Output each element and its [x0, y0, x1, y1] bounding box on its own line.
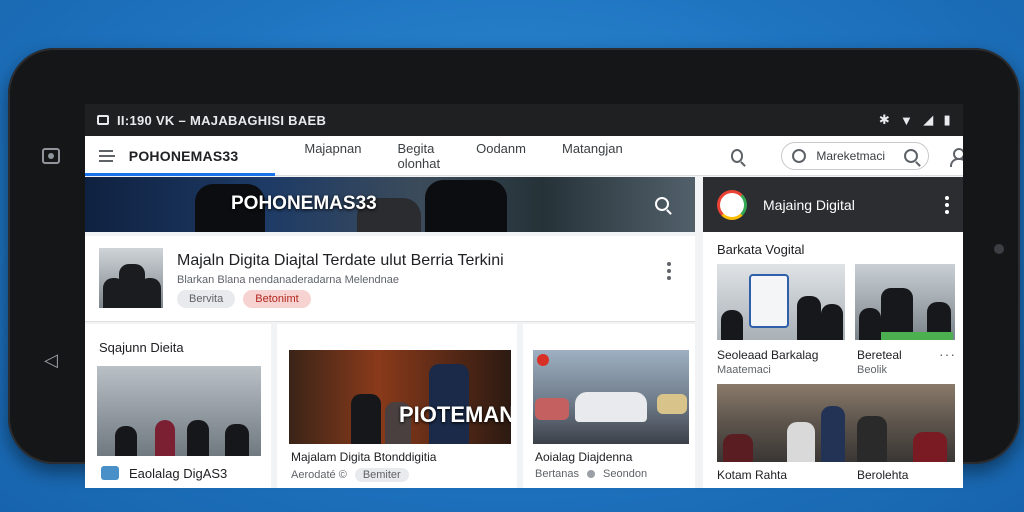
card-image: PIOTEMANI [289, 350, 511, 444]
chip[interactable]: Betonimt [243, 290, 311, 308]
tab-3[interactable]: Oodanm [458, 141, 544, 171]
card-banner: PIOTEMANI [399, 402, 511, 427]
brand-title[interactable]: POHONEMAS33 [129, 148, 239, 164]
side-header: Majaing Digital [703, 177, 963, 232]
tab-4[interactable]: Matangjan [544, 141, 641, 171]
history-icon [792, 148, 807, 163]
back-icon[interactable]: ◁ [44, 351, 58, 369]
separator-dot-icon [587, 470, 596, 478]
screenshot-icon[interactable] [42, 148, 60, 164]
article-card[interactable]: Sqajunn Dieita Eaolalag DigAS3 [85, 324, 271, 488]
card-heading: Sqajunn Dieita [99, 340, 184, 355]
side-header-title: Majaing Digital [763, 196, 855, 213]
battery-icon: ▮ [943, 112, 951, 127]
status-icons: ✱ ▼ ◢ ▮ [879, 112, 951, 128]
signal-icon: ◢ [923, 112, 934, 127]
card-title[interactable]: Aoialag Diajdenna [535, 450, 632, 464]
article-cards: Sqajunn Dieita Eaolalag DigAS3 PIOTEMANI [85, 324, 695, 488]
side-panel-sub: Beolik [857, 364, 887, 376]
menu-icon[interactable] [99, 149, 115, 162]
phone-frame: ◁ II:190 VK – MAJABAGHISI BAEB ✱ ▼ ◢ ▮ P… [8, 48, 1020, 488]
tab-1[interactable]: Majapnan [286, 141, 379, 171]
hero-title: POHONEMAS33 [231, 193, 377, 214]
chip[interactable]: Bervita [177, 290, 236, 308]
featured-thumbnail [99, 248, 163, 308]
more-icon[interactable]: ··· [939, 346, 956, 362]
app-icon [101, 466, 119, 480]
nav-tabs: Majapnan Begita olonhat Oodanm Matangjan [286, 141, 640, 171]
side-panel: Barkata Vogital Seoleaad Barkalag Maatem… [703, 232, 963, 488]
card-title[interactable]: Majalam Digita Btonddigitia [291, 450, 436, 464]
article-card[interactable]: Aoialag Diajdenna Bertanas Seondon [523, 324, 695, 488]
card-meta-text: Bertanas [535, 468, 580, 480]
side-panel-caption[interactable]: Berolehta [857, 468, 908, 482]
article-card[interactable]: PIOTEMANI Majalam Digita Btonddigitia Ae… [277, 324, 517, 488]
top-bar: POHONEMAS33 Majapnan Begita olonhat Ooda… [85, 136, 963, 176]
pill-search-icon[interactable] [904, 148, 919, 163]
side-panel-title: Barkata Vogital [717, 242, 805, 257]
screen: II:190 VK – MAJABAGHISI BAEB ✱ ▼ ◢ ▮ POH… [85, 104, 963, 488]
side-panel-sub: Maatemaci [717, 364, 771, 376]
search-pill[interactable]: Mareketmaci [781, 141, 930, 170]
hero-figure [425, 180, 507, 232]
status-bar: II:190 VK – MAJABAGHISI BAEB ✱ ▼ ◢ ▮ [85, 104, 963, 136]
wifi-icon: ▼ [900, 112, 914, 128]
side-panel-caption[interactable]: Seoleaad Barkalag [717, 348, 818, 362]
featured-subline: Blarkan Blana nendanaderadarna Melendnae [177, 274, 400, 286]
account-icon[interactable] [949, 147, 963, 167]
search-pill-text: Mareketmaci [816, 148, 886, 163]
card-meta-text: Seondon [603, 468, 648, 480]
tab-2[interactable]: Begita olonhat [379, 141, 458, 171]
hero-search-icon[interactable] [655, 197, 669, 211]
card-image [533, 350, 689, 444]
side-panel-image[interactable] [717, 264, 845, 340]
featured-article[interactable]: Majaln Digita Diajtal Terdate ulut Berri… [85, 236, 695, 322]
card-meta-text: Aerodaté © [291, 469, 347, 481]
side-panel-caption[interactable]: Bereteal [857, 348, 902, 362]
card-meta: Aerodaté © Bemiter [291, 468, 409, 482]
camera-dot-icon [994, 244, 1004, 254]
side-panel-caption[interactable]: Kotam Rahta [717, 468, 787, 482]
more-icon[interactable] [667, 262, 671, 280]
card-title[interactable]: Eaolalag DigAS3 [129, 466, 227, 481]
search-icon[interactable] [730, 148, 744, 163]
card-chip[interactable]: Bemiter [354, 468, 409, 482]
more-icon[interactable] [945, 195, 949, 214]
card-meta: Bertanas Seondon [535, 468, 647, 480]
featured-chips: Bervita Betonimt [177, 290, 311, 308]
bluetooth-icon: ✱ [878, 112, 891, 127]
app-logo-icon [717, 189, 747, 220]
active-tab-indicator [85, 173, 275, 176]
side-panel-image[interactable] [717, 384, 955, 462]
featured-headline[interactable]: Majaln Digita Diajtal Terdate ulut Berri… [177, 252, 504, 270]
red-badge-icon [537, 354, 549, 366]
card-image [97, 366, 261, 456]
status-text: II:190 VK – MAJABAGHISI BAEB [117, 112, 327, 128]
side-panel-image[interactable] [855, 264, 955, 340]
notification-icon [97, 115, 109, 125]
hero-banner[interactable]: POHONEMAS33 [85, 177, 695, 232]
